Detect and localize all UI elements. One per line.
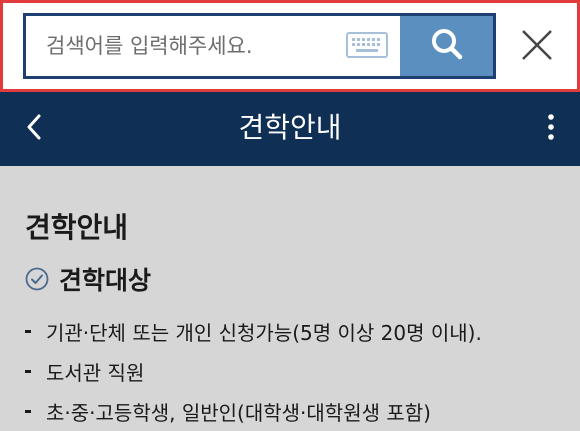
header-title: 견학안내 <box>238 111 342 144</box>
back-button[interactable] <box>14 108 54 150</box>
section-heading: 견학대상 <box>25 261 151 297</box>
bullet-icon <box>25 369 31 373</box>
list-item: 초·중·고등학생, 일반인(대학생·대학원생 포함) <box>25 391 482 431</box>
section-heading-text: 견학대상 <box>59 266 152 295</box>
keyboard-icon[interactable] <box>346 32 388 58</box>
list-item: 기관·단체 또는 개인 신청가능(5명 이상 20명 이내). <box>25 311 482 351</box>
search-box <box>23 13 496 79</box>
info-list: 기관·단체 또는 개인 신청가능(5명 이상 20명 이내). 도서관 직원 초… <box>25 311 482 431</box>
list-item-text: 도서관 직원 <box>46 360 145 385</box>
search-input[interactable] <box>26 16 346 76</box>
bullet-icon <box>25 409 31 413</box>
close-icon <box>520 28 554 66</box>
close-button[interactable] <box>515 25 559 69</box>
search-icon <box>430 27 464 65</box>
list-item-text: 기관·단체 또는 개인 신청가능(5명 이상 20명 이내). <box>46 320 482 345</box>
more-menu-button[interactable] <box>536 108 566 150</box>
main-content: 견학안내 견학대상 기관·단체 또는 개인 신청가능(5명 이상 20명 이내)… <box>0 166 580 425</box>
app-header: 견학안내 <box>0 92 580 166</box>
list-item-text: 초·중·고등학생, 일반인(대학생·대학원생 포함) <box>46 400 431 425</box>
bullet-icon <box>25 329 31 333</box>
search-bar <box>0 0 580 92</box>
chevron-left-icon <box>24 112 44 146</box>
list-item: 도서관 직원 <box>25 351 482 391</box>
more-vertical-icon <box>547 112 555 146</box>
page-title: 견학안내 <box>25 211 129 244</box>
check-circle-icon <box>25 267 49 291</box>
search-button[interactable] <box>400 16 493 76</box>
